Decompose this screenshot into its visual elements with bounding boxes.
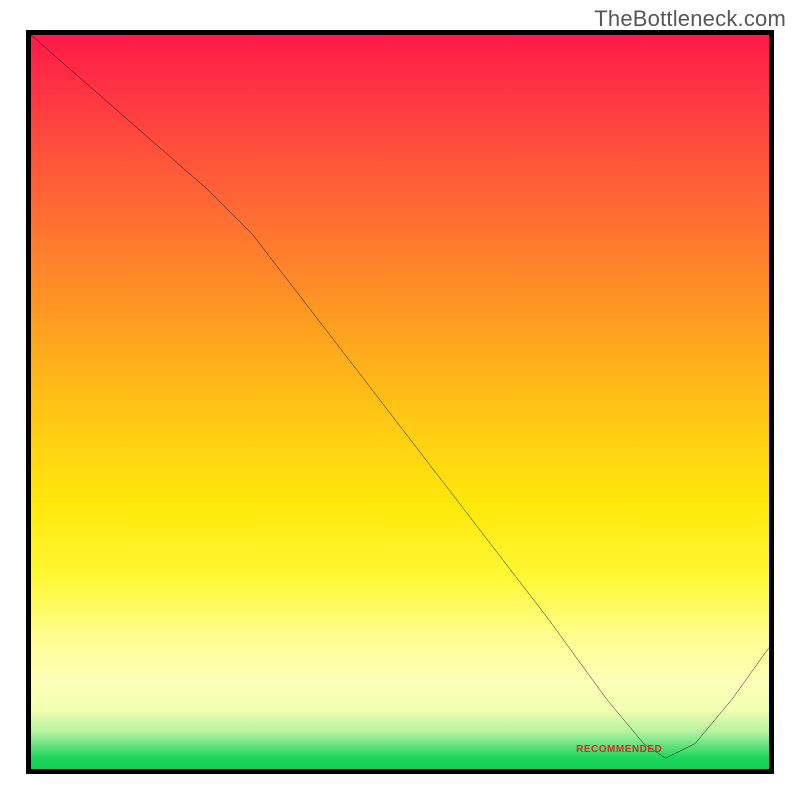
line-series — [31, 35, 769, 773]
plot-area: RECOMMENDED — [26, 30, 774, 774]
minimum-annotation: RECOMMENDED — [576, 744, 662, 755]
attribution-text: TheBottleneck.com — [594, 6, 786, 32]
curve-path — [31, 35, 769, 758]
chart-frame: TheBottleneck.com RECOMMENDED — [0, 0, 800, 800]
